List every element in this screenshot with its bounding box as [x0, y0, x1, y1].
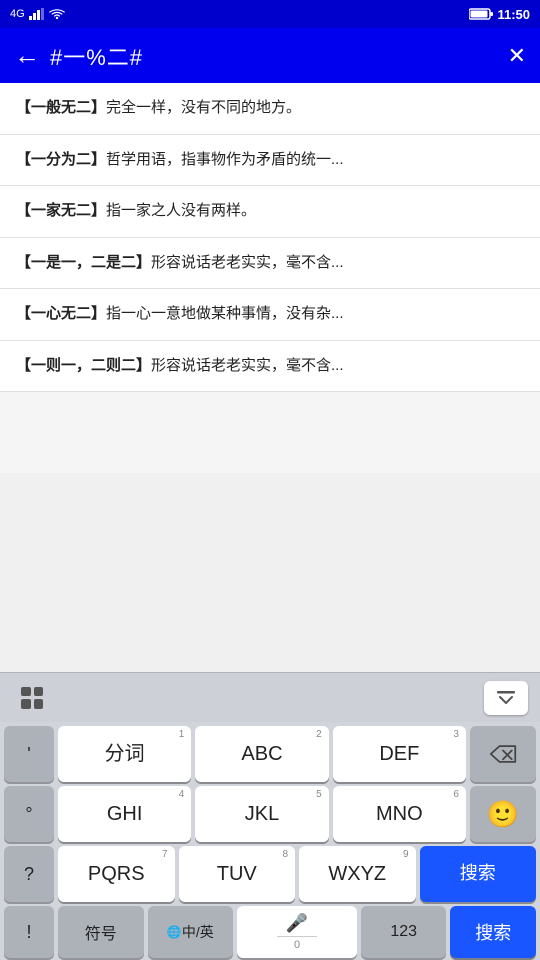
space-key[interactable]: 🎤 0 — [237, 906, 357, 958]
key-mno[interactable]: 6 MNO — [333, 786, 466, 842]
symbol-key[interactable]: 符号 — [58, 906, 144, 958]
key-label-tuv: TUV — [217, 862, 257, 886]
key-num-6: 6 — [453, 790, 459, 800]
delete-key[interactable] — [470, 726, 536, 782]
punct-period-label: ° — [25, 805, 32, 823]
search-bottom-key[interactable]: 搜索 — [450, 906, 536, 958]
result-item[interactable]: 【一心无二】指一心一意地做某种事情，没有杂... — [0, 289, 540, 341]
lang-switch-key[interactable]: 🌐 中/英 — [148, 906, 234, 958]
emoji-icon: 🙂 — [487, 799, 519, 830]
key-num-4: 4 — [179, 790, 185, 800]
zero-label: 0 — [294, 939, 300, 951]
key-fencie[interactable]: 1 分词 — [58, 726, 191, 782]
symbol-label: 符号 — [85, 920, 117, 944]
result-keyword: 【一则一，二则二】 — [16, 357, 151, 374]
results-area: 【一般无二】完全一样，没有不同的地方。【一分为二】哲学用语，指事物作为矛盾的统一… — [0, 83, 540, 473]
close-button[interactable]: ✕ — [508, 43, 526, 69]
backspace-icon — [489, 744, 517, 764]
mic-icon: 🎤 — [286, 913, 308, 934]
key-label-jkl: JKL — [245, 802, 279, 826]
punct-question-label: ? — [24, 865, 34, 883]
toolbar-left — [12, 678, 52, 718]
grid-menu-button[interactable] — [12, 678, 52, 718]
key-row-2: ° 4 GHI 5 JKL 6 MNO 🙂 — [2, 786, 538, 842]
key-abc[interactable]: 2 ABC — [195, 726, 328, 782]
key-label-mno: MNO — [376, 802, 423, 826]
key-label-ghi: GHI — [107, 802, 143, 826]
numeric-label: 123 — [390, 923, 417, 941]
wifi-icon — [49, 8, 65, 20]
key-num-8: 8 — [282, 850, 288, 860]
result-desc: 完全一样，没有不同的地方。 — [106, 99, 301, 116]
key-num-1: 1 — [179, 730, 185, 740]
collapse-keyboard-button[interactable] — [484, 681, 528, 715]
key-rows: ' 1 分词 2 ABC 3 DEF — [0, 722, 540, 960]
network-indicator: 4G — [10, 8, 25, 20]
result-item[interactable]: 【一家无二】指一家之人没有两样。 — [0, 186, 540, 238]
status-right: 11:50 — [469, 7, 530, 22]
search-side-label: 搜索 — [460, 863, 496, 885]
space-line — [277, 936, 317, 937]
result-desc: 指一家之人没有两样。 — [106, 202, 256, 219]
search-bottom-label: 搜索 — [475, 919, 511, 945]
key-row-3: ? 7 PQRS 8 TUV 9 WXYZ 搜索 — [2, 846, 538, 902]
key-label-fenci: 分词 — [105, 742, 145, 766]
key-ghi[interactable]: 4 GHI — [58, 786, 191, 842]
result-keyword: 【一分为二】 — [16, 151, 106, 168]
emoji-key[interactable]: 🙂 — [470, 786, 536, 842]
result-desc: 哲学用语，指事物作为矛盾的统一... — [106, 151, 344, 168]
status-bar: 4G 11:50 — [0, 0, 540, 28]
result-item[interactable]: 【一分为二】哲学用语，指事物作为矛盾的统一... — [0, 135, 540, 187]
punct-exclaim-label: ! — [26, 923, 31, 941]
key-label-pqrs: PQRS — [88, 862, 145, 886]
punct-comma-key[interactable]: ' — [4, 726, 54, 782]
search-side-key[interactable]: 搜索 — [420, 846, 537, 902]
key-tuv[interactable]: 8 TUV — [179, 846, 296, 902]
result-desc: 指一心一意地做某种事情，没有杂... — [106, 305, 344, 322]
key-row-1: ' 1 分词 2 ABC 3 DEF — [2, 726, 538, 782]
grid-icon — [21, 687, 43, 709]
key-row-4: ! 符号 🌐 中/英 🎤 0 123 搜索 — [2, 906, 538, 958]
search-query[interactable]: #一%二# — [50, 40, 498, 72]
punct-period-key[interactable]: ° — [4, 786, 54, 842]
status-left: 4G — [10, 8, 65, 20]
punct-comma-label: ' — [27, 745, 30, 763]
result-desc: 形容说话老老实实，毫不含... — [151, 254, 344, 271]
keyboard-toolbar — [0, 672, 540, 722]
key-num-3: 3 — [453, 730, 459, 740]
punct-exclaim-key[interactable]: ! — [4, 906, 54, 958]
key-pqrs[interactable]: 7 PQRS — [58, 846, 175, 902]
result-keyword: 【一般无二】 — [16, 99, 106, 116]
time-display: 11:50 — [497, 7, 530, 22]
lang-globe-icon: 🌐 — [167, 925, 182, 939]
result-keyword: 【一是一，二是二】 — [16, 254, 151, 271]
key-label-abc: ABC — [241, 742, 282, 766]
result-item[interactable]: 【一则一，二则二】形容说话老老实实，毫不含... — [0, 341, 540, 393]
result-item[interactable]: 【一是一，二是二】形容说话老老实实，毫不含... — [0, 238, 540, 290]
key-wxyz[interactable]: 9 WXYZ — [299, 846, 416, 902]
result-keyword: 【一心无二】 — [16, 305, 106, 322]
search-bar: ← #一%二# ✕ — [0, 28, 540, 83]
numeric-key[interactable]: 123 — [361, 906, 447, 958]
result-item[interactable]: 【一般无二】完全一样，没有不同的地方。 — [0, 83, 540, 135]
collapse-icon — [497, 691, 515, 705]
result-keyword: 【一家无二】 — [16, 202, 106, 219]
key-label-def: DEF — [379, 742, 419, 766]
lang-switch-label: 中/英 — [182, 922, 214, 942]
key-num-7: 7 — [162, 850, 168, 860]
key-num-2: 2 — [316, 730, 322, 740]
result-desc: 形容说话老老实实，毫不含... — [151, 357, 344, 374]
key-num-5: 5 — [316, 790, 322, 800]
key-def[interactable]: 3 DEF — [333, 726, 466, 782]
signal-icon — [29, 8, 45, 20]
battery-icon — [469, 8, 493, 20]
punct-question-key[interactable]: ? — [4, 846, 54, 902]
key-jkl[interactable]: 5 JKL — [195, 786, 328, 842]
key-num-9: 9 — [403, 850, 409, 860]
key-label-wxyz: WXYZ — [328, 862, 386, 886]
back-button[interactable]: ← — [14, 40, 40, 71]
keyboard-area: ' 1 分词 2 ABC 3 DEF — [0, 672, 540, 960]
